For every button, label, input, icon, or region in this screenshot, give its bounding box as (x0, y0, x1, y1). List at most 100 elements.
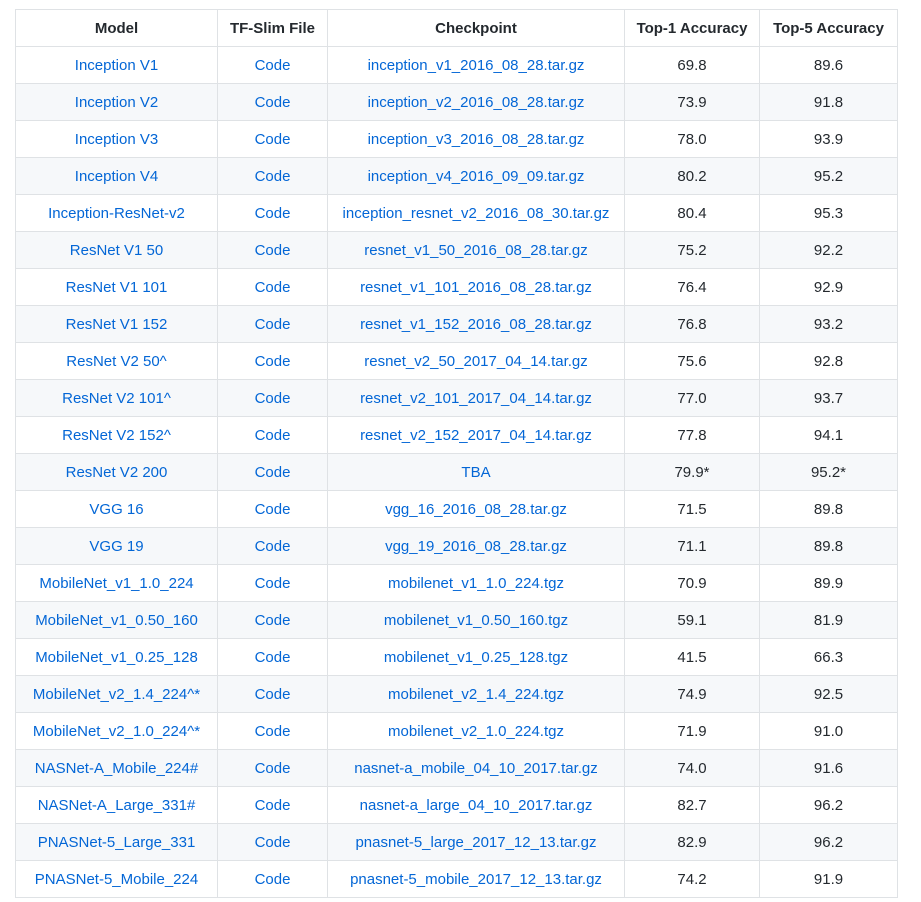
checkpoint-link[interactable]: resnet_v2_50_2017_04_14.tar.gz (364, 353, 588, 370)
code-link[interactable]: Code (255, 834, 291, 851)
model-link[interactable]: VGG 16 (89, 501, 143, 518)
model-link[interactable]: MobileNet_v1_0.50_160 (35, 612, 198, 629)
checkpoint-link[interactable]: nasnet-a_mobile_04_10_2017.tar.gz (354, 760, 598, 777)
code-link[interactable]: Code (255, 316, 291, 333)
checkpoint-link[interactable]: inception_v4_2016_09_09.tar.gz (368, 168, 585, 185)
checkpoint-link[interactable]: inception_v3_2016_08_28.tar.gz (368, 131, 585, 148)
checkpoint-cell: inception_v2_2016_08_28.tar.gz (327, 83, 625, 121)
table-row: MobileNet_v2_1.0_224^* Code mobilenet_v2_1… (15, 712, 898, 750)
top5-accuracy: 89.8 (813, 500, 844, 518)
checkpoint-link[interactable]: mobilenet_v1_0.50_160.tgz (384, 612, 568, 629)
header-top1-accuracy: Top-1 Accuracy (624, 9, 760, 47)
code-link[interactable]: Code (255, 501, 291, 518)
top5-accuracy: 92.8 (813, 352, 844, 370)
model-link[interactable]: NASNet-A_Large_331# (38, 797, 196, 814)
code-link[interactable]: Code (255, 390, 291, 407)
model-link[interactable]: ResNet V2 200 (66, 464, 168, 481)
model-link[interactable]: ResNet V1 152 (66, 316, 168, 333)
code-cell: Code (217, 860, 328, 898)
checkpoint-cell: inception_resnet_v2_2016_08_30.tar.gz (327, 194, 625, 232)
checkpoint-link[interactable]: inception_v1_2016_08_28.tar.gz (368, 57, 585, 74)
checkpoint-link[interactable]: mobilenet_v1_0.25_128.tgz (384, 649, 568, 666)
table-row: NASNet-A_Large_331# Code nasnet-a_large_04… (15, 786, 898, 824)
checkpoint-link[interactable]: mobilenet_v2_1.4_224.tgz (388, 686, 564, 703)
code-cell: Code (217, 268, 328, 306)
code-cell: Code (217, 786, 328, 824)
code-link[interactable]: Code (255, 168, 291, 185)
model-link[interactable]: Inception V2 (75, 94, 158, 111)
code-link[interactable]: Code (255, 871, 291, 888)
checkpoint-link[interactable]: inception_resnet_v2_2016_08_30.tar.gz (343, 205, 610, 222)
code-link[interactable]: Code (255, 686, 291, 703)
model-cell: ResNet V1 152 (15, 305, 218, 343)
model-link[interactable]: ResNet V2 50^ (66, 353, 166, 370)
code-cell: Code (217, 823, 328, 861)
checkpoint-cell: TBA (327, 453, 625, 491)
model-link[interactable]: PNASNet-5_Large_331 (38, 834, 196, 851)
checkpoint-link[interactable]: nasnet-a_large_04_10_2017.tar.gz (360, 797, 593, 814)
code-link[interactable]: Code (255, 353, 291, 370)
top1-accuracy: 80.2 (677, 167, 707, 185)
code-link[interactable]: Code (255, 649, 291, 666)
code-link[interactable]: Code (255, 723, 291, 740)
top1-accuracy: 80.4 (677, 204, 707, 222)
checkpoint-link[interactable]: mobilenet_v2_1.0_224.tgz (388, 723, 564, 740)
model-link[interactable]: Inception-ResNet-v2 (48, 205, 185, 222)
code-link[interactable]: Code (255, 242, 291, 259)
top5-accuracy: 91.6 (813, 759, 844, 777)
model-cell: ResNet V2 152^ (15, 416, 218, 454)
model-link[interactable]: ResNet V1 50 (70, 242, 163, 259)
code-link[interactable]: Code (255, 279, 291, 296)
checkpoint-link[interactable]: resnet_v1_152_2016_08_28.tar.gz (360, 316, 592, 333)
checkpoint-link[interactable]: mobilenet_v1_1.0_224.tgz (388, 575, 564, 592)
table-header: Model TF-Slim File Checkpoint Top-1 Accu… (15, 9, 898, 47)
model-link[interactable]: Inception V1 (75, 57, 158, 74)
code-link[interactable]: Code (255, 131, 291, 148)
model-link[interactable]: Inception V4 (75, 168, 158, 185)
checkpoint-link[interactable]: pnasnet-5_large_2017_12_13.tar.gz (355, 834, 596, 851)
model-link[interactable]: ResNet V1 101 (66, 279, 168, 296)
code-link[interactable]: Code (255, 797, 291, 814)
top1-cell: 76.8 (624, 305, 760, 343)
model-cell: PNASNet-5_Large_331 (15, 823, 218, 861)
table-row: MobileNet_v2_1.4_224^* Code mobilenet_v2_1… (15, 675, 898, 713)
model-link[interactable]: VGG 19 (89, 538, 143, 555)
model-link[interactable]: MobileNet_v1_1.0_224 (39, 575, 193, 592)
checkpoint-link[interactable]: inception_v2_2016_08_28.tar.gz (368, 94, 585, 111)
code-link[interactable]: Code (255, 205, 291, 222)
code-link[interactable]: Code (255, 575, 291, 592)
top1-accuracy: 59.1 (677, 611, 707, 629)
code-link[interactable]: Code (255, 760, 291, 777)
model-link[interactable]: MobileNet_v2_1.0_224^* (33, 723, 200, 740)
table-body: Inception V1 Code inception_v1_2016_08_28.… (15, 46, 898, 898)
code-link[interactable]: Code (255, 427, 291, 444)
code-cell: Code (217, 379, 328, 417)
checkpoint-link[interactable]: resnet_v2_101_2017_04_14.tar.gz (360, 390, 592, 407)
top5-accuracy: 92.9 (813, 278, 844, 296)
model-link[interactable]: PNASNet-5_Mobile_224 (35, 871, 198, 888)
checkpoint-cell: inception_v3_2016_08_28.tar.gz (327, 120, 625, 158)
code-link[interactable]: Code (255, 538, 291, 555)
code-link[interactable]: Code (255, 94, 291, 111)
model-link[interactable]: Inception V3 (75, 131, 158, 148)
top1-accuracy: 70.9 (677, 574, 707, 592)
model-link[interactable]: ResNet V2 152^ (62, 427, 171, 444)
top1-cell: 82.9 (624, 823, 760, 861)
checkpoint-link[interactable]: vgg_19_2016_08_28.tar.gz (385, 538, 567, 555)
model-link[interactable]: MobileNet_v2_1.4_224^* (33, 686, 200, 703)
code-link[interactable]: Code (255, 464, 291, 481)
checkpoint-link[interactable]: vgg_16_2016_08_28.tar.gz (385, 501, 567, 518)
model-cell: Inception V3 (15, 120, 218, 158)
model-link[interactable]: ResNet V2 101^ (62, 390, 171, 407)
table-row: ResNet V1 50 Code resnet_v1_50_2016_08_28.… (15, 231, 898, 269)
top5-accuracy: 89.6 (813, 56, 844, 74)
code-link[interactable]: Code (255, 612, 291, 629)
model-link[interactable]: NASNet-A_Mobile_224# (35, 760, 198, 777)
checkpoint-link[interactable]: resnet_v1_101_2016_08_28.tar.gz (360, 279, 592, 296)
model-link[interactable]: MobileNet_v1_0.25_128 (35, 649, 198, 666)
checkpoint-link[interactable]: resnet_v1_50_2016_08_28.tar.gz (364, 242, 588, 259)
checkpoint-link[interactable]: resnet_v2_152_2017_04_14.tar.gz (360, 427, 592, 444)
code-link[interactable]: Code (255, 57, 291, 74)
checkpoint-link[interactable]: pnasnet-5_mobile_2017_12_13.tar.gz (350, 871, 602, 888)
model-cell: MobileNet_v2_1.0_224^* (15, 712, 218, 750)
